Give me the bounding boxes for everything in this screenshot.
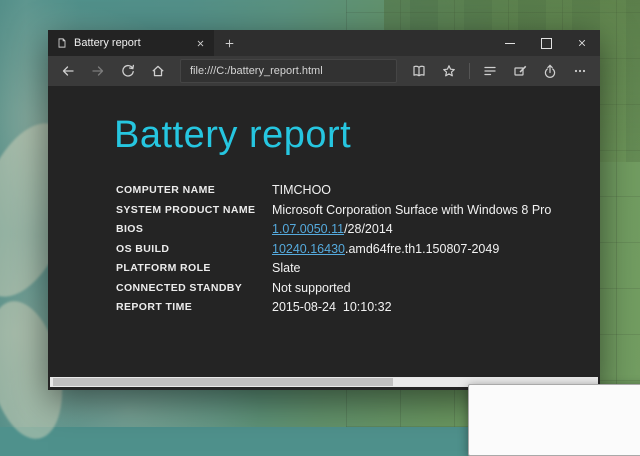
back-button[interactable] — [54, 58, 82, 84]
tab-bar: Battery report — [48, 30, 600, 56]
field-value: Not supported — [272, 282, 351, 296]
field-value: 10240.16430.amd64fre.th1.150807-2049 — [272, 243, 499, 257]
web-note-icon — [512, 63, 528, 79]
bios-version-link[interactable]: 1.07.0050.11 — [272, 222, 344, 236]
forward-button[interactable] — [84, 58, 112, 84]
table-row: COMPUTER NAME TIMCHOO — [116, 184, 600, 198]
back-icon — [60, 63, 76, 79]
favorites-star-icon — [441, 63, 457, 79]
table-row: CONNECTED STANDBY Not supported — [116, 282, 600, 296]
field-label: OS BUILD — [116, 243, 272, 257]
table-row: SYSTEM PRODUCT NAME Microsoft Corporatio… — [116, 204, 600, 218]
maximize-button[interactable] — [528, 30, 564, 56]
hub-icon — [482, 63, 498, 79]
field-label: SYSTEM PRODUCT NAME — [116, 204, 272, 218]
favorites-button[interactable] — [435, 58, 463, 84]
page-content: Battery report COMPUTER NAME TIMCHOO SYS… — [48, 86, 600, 390]
page-title: Battery report — [114, 114, 600, 157]
titlebar-drag-area[interactable] — [244, 30, 492, 56]
field-value: Slate — [272, 262, 301, 276]
field-value: Microsoft Corporation Surface with Windo… — [272, 204, 551, 218]
share-icon — [542, 63, 558, 79]
field-label: COMPUTER NAME — [116, 184, 272, 198]
address-bar[interactable]: file:///C:/battery_report.html — [180, 59, 397, 83]
tab-close-icon[interactable] — [192, 35, 208, 51]
refresh-button[interactable] — [114, 58, 142, 84]
home-icon — [150, 63, 166, 79]
scrollbar-thumb[interactable] — [53, 378, 393, 386]
forward-icon — [90, 63, 106, 79]
more-button[interactable] — [566, 58, 594, 84]
field-label: BIOS — [116, 223, 272, 237]
web-note-button[interactable] — [506, 58, 534, 84]
refresh-icon — [120, 63, 136, 79]
page-document-icon — [56, 36, 68, 50]
maximize-icon — [541, 38, 552, 49]
tab-title: Battery report — [74, 37, 186, 49]
report-info-table: COMPUTER NAME TIMCHOO SYSTEM PRODUCT NAM… — [116, 184, 600, 315]
reading-view-button[interactable] — [405, 58, 433, 84]
new-tab-button[interactable] — [214, 30, 244, 56]
field-value: TIMCHOO — [272, 184, 331, 198]
field-value: 1.07.0050.11/28/2014 — [272, 223, 393, 237]
bios-date-text: /28/2014 — [344, 222, 393, 236]
os-build-text: .amd64fre.th1.150807-2049 — [345, 242, 499, 256]
os-build-link[interactable]: 10240.16430 — [272, 242, 345, 256]
table-row: OS BUILD 10240.16430.amd64fre.th1.150807… — [116, 243, 600, 257]
share-button[interactable] — [536, 58, 564, 84]
minimize-button[interactable] — [492, 30, 528, 56]
minimize-icon — [505, 43, 515, 44]
table-row: BIOS 1.07.0050.11/28/2014 — [116, 223, 600, 237]
close-icon — [577, 38, 587, 48]
address-url: file:///C:/battery_report.html — [190, 65, 323, 77]
table-row: PLATFORM ROLE Slate — [116, 262, 600, 276]
reading-view-book-icon — [411, 63, 427, 79]
tab-battery-report[interactable]: Battery report — [48, 30, 214, 56]
home-button[interactable] — [144, 58, 172, 84]
field-value: 2015-08-24 10:10:32 — [272, 301, 392, 315]
close-button[interactable] — [564, 30, 600, 56]
field-label: REPORT TIME — [116, 301, 272, 315]
navigation-toolbar: file:///C:/battery_report.html — [48, 56, 600, 86]
edge-browser-window: Battery report — [48, 30, 600, 390]
field-label: CONNECTED STANDBY — [116, 282, 272, 296]
ellipsis-icon — [572, 63, 588, 79]
toolbar-separator — [469, 63, 470, 79]
table-row: REPORT TIME 2015-08-24 10:10:32 — [116, 301, 600, 315]
hub-button[interactable] — [476, 58, 504, 84]
popup-window-corner — [468, 384, 640, 456]
field-label: PLATFORM ROLE — [116, 262, 272, 276]
